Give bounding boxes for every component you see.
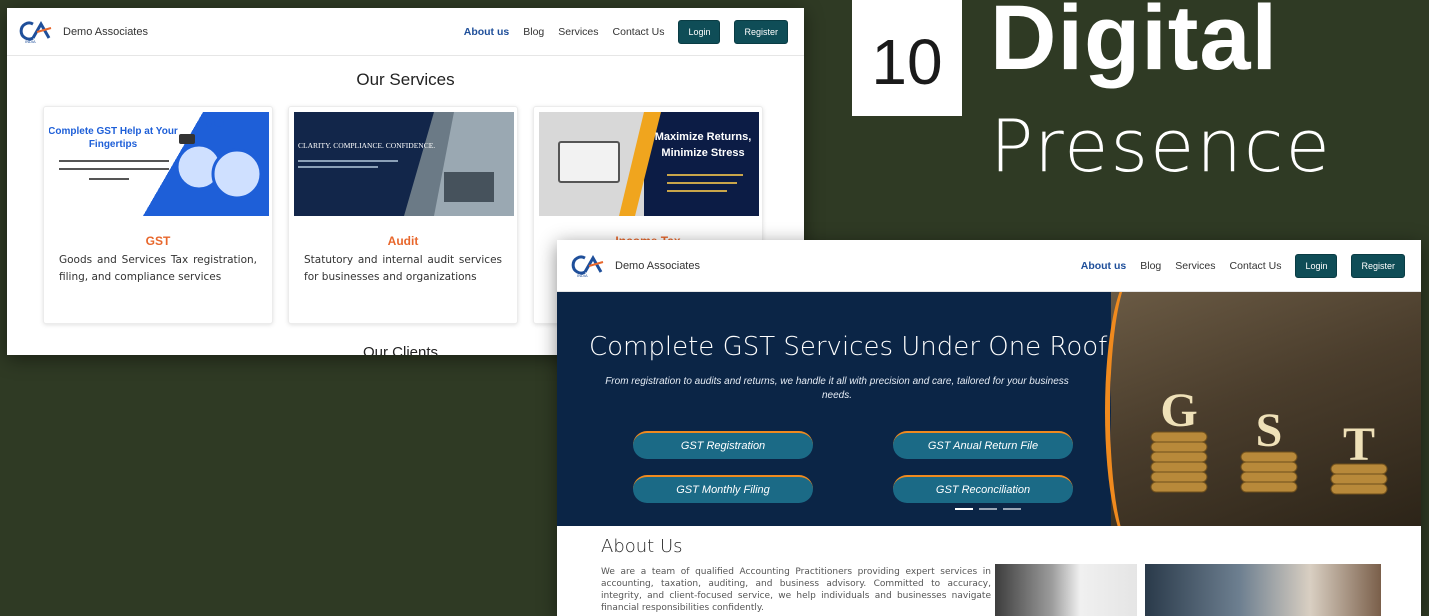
gst-annual-return-button[interactable]: GST Anual Return File (893, 431, 1073, 459)
audit-banner-image: CLARITY. COMPLIANCE. CONFIDENCE. (294, 112, 514, 216)
audit-img-heading: CLARITY. COMPLIANCE. CONFIDENCE. (298, 141, 435, 150)
svg-text:Fingertips: Fingertips (89, 139, 138, 150)
carousel-indicators[interactable] (955, 508, 1021, 510)
home-screenshot: INDIA Demo Associates About us Blog Serv… (557, 240, 1421, 616)
card-desc-gst: Goods and Services Tax registration, fil… (59, 254, 257, 283)
service-card-audit[interactable]: CLARITY. COMPLIANCE. CONFIDENCE. Audit S… (288, 106, 518, 324)
nav-blog[interactable]: Blog (1140, 260, 1161, 272)
navbar: INDIA Demo Associates About us Blog Serv… (7, 8, 804, 56)
login-button[interactable]: Login (1295, 253, 1338, 278)
logo[interactable]: INDIA Demo Associates (19, 20, 148, 44)
brand-name: Demo Associates (615, 259, 700, 272)
hero-orange-arc (1105, 292, 1165, 526)
nav-about[interactable]: About us (1081, 260, 1127, 272)
carousel-dot-2[interactable] (979, 508, 997, 510)
about-heading: About Us (601, 536, 683, 557)
about-image-consultant (995, 564, 1137, 616)
gst-registration-button[interactable]: GST Registration (633, 431, 813, 459)
logo-text: INDIA (25, 39, 36, 44)
ca-logo-icon: INDIA (19, 20, 52, 44)
gst-monthly-filing-button[interactable]: GST Monthly Filing (633, 475, 813, 503)
navbar: INDIA Demo Associates About us Blog Serv… (557, 240, 1421, 292)
card-title-audit: Audit (387, 234, 419, 248)
hero-title: Complete GST Services Under One Roof (589, 332, 1108, 362)
number-label: 10 (871, 26, 943, 98)
logo-text: INDIA (577, 273, 588, 278)
title-digital: Digital (990, 0, 1279, 89)
gst-reconciliation-button[interactable]: GST Reconciliation (893, 475, 1073, 503)
register-button[interactable]: Register (734, 19, 788, 44)
gst-letter-g: G (1160, 384, 1197, 437)
logo[interactable]: INDIA Demo Associates (571, 254, 700, 278)
login-button[interactable]: Login (678, 19, 721, 44)
about-paragraph: We are a team of qualified Accounting Pr… (601, 567, 991, 613)
brand-name: Demo Associates (63, 25, 148, 38)
about-image-meeting (1145, 564, 1381, 616)
hero-subtitle: From registration to audits and returns,… (605, 376, 1069, 401)
gst-letter-s: S (1256, 404, 1283, 457)
clients-heading: Our Clients (363, 344, 439, 355)
gst-letter-t: T (1343, 418, 1375, 471)
nav-services[interactable]: Services (558, 26, 598, 38)
nav-blog[interactable]: Blog (523, 26, 544, 38)
card-desc-audit: Statutory and internal audit services fo… (304, 254, 502, 283)
nav-contact[interactable]: Contact Us (613, 26, 665, 38)
hero-banner: G S T Complete GST Services Under One Ro… (557, 292, 1421, 526)
gst-banner-image: Complete GST Help at Your Fingertips (49, 112, 269, 216)
svg-text:Minimize Stress: Minimize Stress (661, 147, 744, 159)
card-title-gst: GST (145, 234, 171, 248)
ca-logo-icon: INDIA (571, 254, 604, 278)
carousel-dot-1[interactable] (955, 508, 973, 510)
service-card-gst[interactable]: Complete GST Help at Your Fingertips GST… (43, 106, 273, 324)
svg-text:Maximize Returns,: Maximize Returns, (655, 131, 752, 143)
nav-services[interactable]: Services (1175, 260, 1215, 272)
number-badge: 10 (852, 0, 962, 116)
nav-about[interactable]: About us (464, 26, 510, 38)
services-heading: Our Services (356, 70, 455, 89)
carousel-dot-3[interactable] (1003, 508, 1021, 510)
title-presence: Presence (990, 104, 1332, 188)
nav-contact[interactable]: Contact Us (1230, 260, 1282, 272)
income-tax-banner-image: Maximize Returns, Minimize Stress (539, 112, 759, 216)
register-button[interactable]: Register (1351, 253, 1405, 278)
svg-text:Complete GST Help at Your: Complete GST Help at Your (49, 126, 178, 137)
